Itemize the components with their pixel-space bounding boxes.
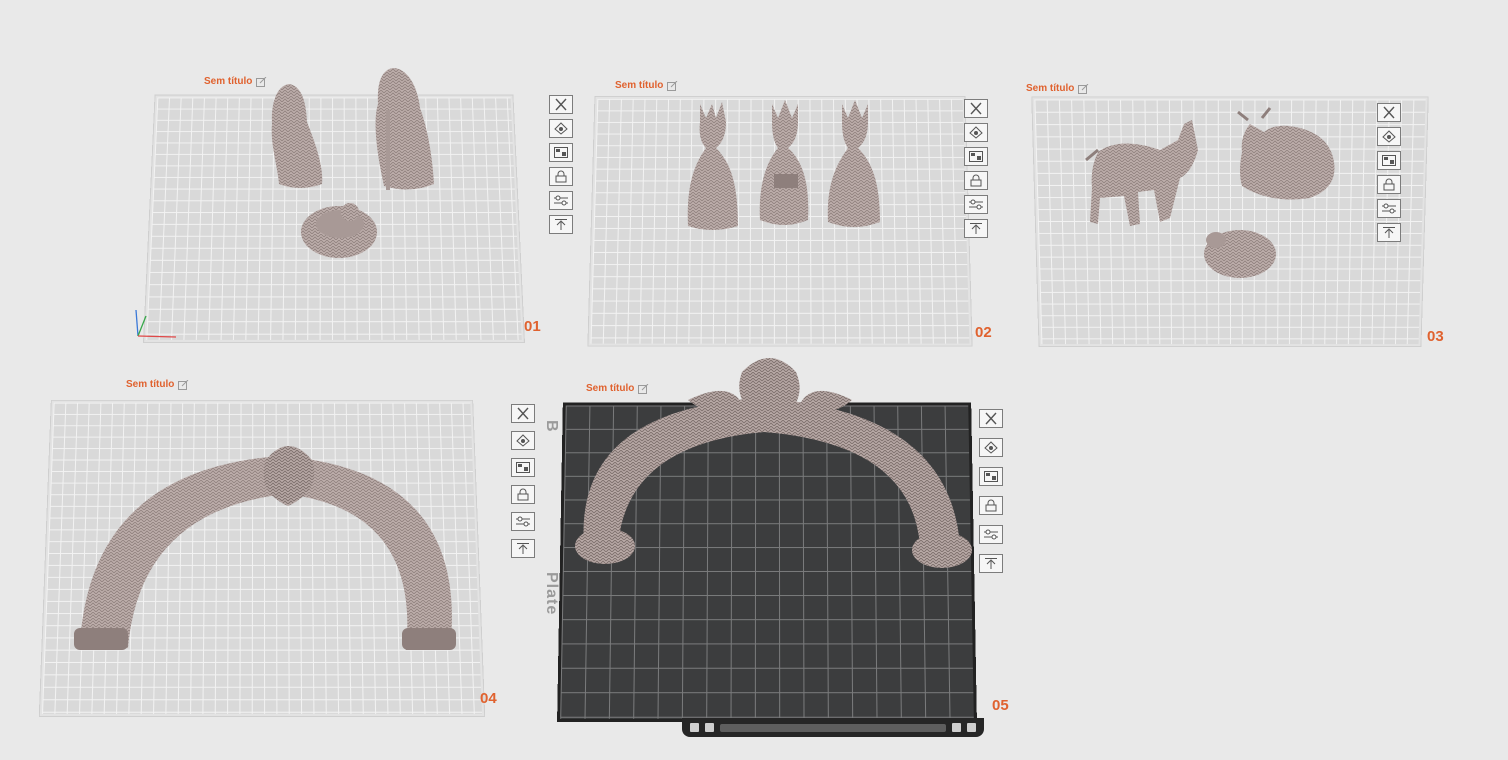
close-icon: [970, 102, 982, 115]
auto-orient-button[interactable]: [979, 438, 1003, 457]
auto-orient-icon: [969, 126, 983, 139]
auto-orient-button[interactable]: [549, 119, 573, 138]
axis-gizmo-icon: [135, 309, 177, 338]
move-to-top-button[interactable]: [511, 539, 535, 558]
arrange-button[interactable]: [549, 143, 573, 162]
move-to-top-button[interactable]: [964, 219, 988, 238]
close-icon: [555, 98, 567, 111]
settings-icon: [554, 195, 568, 206]
lock-icon: [970, 174, 982, 187]
plate-grid[interactable]: [588, 96, 972, 346]
delete-plate-button[interactable]: [511, 404, 535, 423]
auto-orient-button[interactable]: [511, 431, 535, 450]
move-to-top-button[interactable]: [549, 215, 573, 234]
plate-settings-button[interactable]: [1377, 199, 1401, 218]
plate-name-strip: [720, 723, 946, 732]
nozzle-icon: [967, 723, 976, 732]
lock-icon: [985, 499, 997, 512]
delete-plate-button[interactable]: [1377, 103, 1401, 122]
build-plate-label: Plate: [543, 572, 560, 616]
lock-plate-button[interactable]: [964, 171, 988, 190]
plate-title-text[interactable]: Sem título: [586, 383, 634, 394]
move-to-top-icon: [555, 219, 567, 230]
arrange-icon: [554, 147, 568, 158]
plate-number: 05: [992, 697, 1009, 714]
lock-plate-button[interactable]: [511, 485, 535, 504]
grid-icon: [690, 723, 699, 732]
plate-title[interactable]: Sem título: [615, 80, 678, 91]
auto-orient-icon: [516, 434, 530, 447]
plate-number: 02: [975, 324, 992, 341]
plate-toolbar: [549, 95, 575, 234]
arrange-icon: [516, 462, 530, 473]
plate-title[interactable]: Sem título: [126, 379, 189, 390]
move-to-top-icon: [970, 223, 982, 234]
move-to-top-icon: [517, 543, 529, 554]
lock-plate-button[interactable]: [1377, 175, 1401, 194]
settings-icon: [969, 199, 983, 210]
auto-orient-icon: [1382, 130, 1396, 143]
plate-title-text[interactable]: Sem título: [615, 80, 663, 91]
settings-icon: [516, 516, 530, 527]
plate-toolbar: [964, 99, 990, 238]
arrange-icon: [969, 151, 983, 162]
lock-icon: [517, 488, 529, 501]
auto-orient-icon: [554, 122, 568, 135]
lock-plate-button[interactable]: [549, 167, 573, 186]
plate-toolbar: [511, 404, 537, 558]
arrange-button[interactable]: [1377, 151, 1401, 170]
build-plate-grid[interactable]: [557, 402, 977, 722]
plate-settings-button[interactable]: [511, 512, 535, 531]
move-to-top-button[interactable]: [1377, 223, 1401, 242]
edit-icon[interactable]: [256, 76, 267, 87]
plate-grid[interactable]: [39, 400, 485, 716]
plate-title-text[interactable]: Sem título: [126, 379, 174, 390]
bed-icon: [952, 723, 961, 732]
plate-bottom-bar: [682, 718, 984, 737]
auto-orient-button[interactable]: [1377, 127, 1401, 146]
arrange-button[interactable]: [511, 458, 535, 477]
arrange-button[interactable]: [979, 467, 1003, 486]
plate-settings-button[interactable]: [964, 195, 988, 214]
plate-number: 03: [1427, 328, 1444, 345]
delete-plate-button[interactable]: [964, 99, 988, 118]
close-icon: [985, 412, 997, 425]
plate-settings-button[interactable]: [979, 525, 1003, 544]
plate-title[interactable]: Sem título: [204, 76, 267, 87]
plate-number: 04: [480, 690, 497, 707]
settings-icon: [984, 529, 998, 540]
plate-title-text[interactable]: Sem título: [204, 76, 252, 87]
close-icon: [1383, 106, 1395, 119]
edit-icon[interactable]: [667, 80, 678, 91]
close-icon: [517, 407, 529, 420]
move-to-top-button[interactable]: [979, 554, 1003, 573]
arrange-icon: [984, 471, 998, 482]
auto-orient-button[interactable]: [964, 123, 988, 142]
image-icon: [705, 723, 714, 732]
plate-grid[interactable]: [1032, 97, 1428, 347]
move-to-top-icon: [985, 558, 997, 569]
plate-title[interactable]: Sem título: [1026, 83, 1089, 94]
build-plate-label: B: [543, 420, 560, 433]
edit-icon[interactable]: [638, 383, 649, 394]
auto-orient-icon: [984, 441, 998, 454]
plate-toolbar: [979, 409, 1005, 573]
arrange-icon: [1382, 155, 1396, 166]
move-to-top-icon: [1383, 227, 1395, 238]
settings-icon: [1382, 203, 1396, 214]
plate-toolbar: [1377, 103, 1403, 242]
arrange-button[interactable]: [964, 147, 988, 166]
plate-settings-button[interactable]: [549, 191, 573, 210]
edit-icon[interactable]: [178, 379, 189, 390]
lock-plate-button[interactable]: [979, 496, 1003, 515]
lock-icon: [1383, 178, 1395, 191]
delete-plate-button[interactable]: [549, 95, 573, 114]
plate-grid[interactable]: [144, 95, 524, 343]
plate-number: 01: [524, 318, 541, 335]
plate-title[interactable]: Sem título: [586, 383, 649, 394]
edit-icon[interactable]: [1078, 83, 1089, 94]
lock-icon: [555, 170, 567, 183]
delete-plate-button[interactable]: [979, 409, 1003, 428]
plate-title-text[interactable]: Sem título: [1026, 83, 1074, 94]
